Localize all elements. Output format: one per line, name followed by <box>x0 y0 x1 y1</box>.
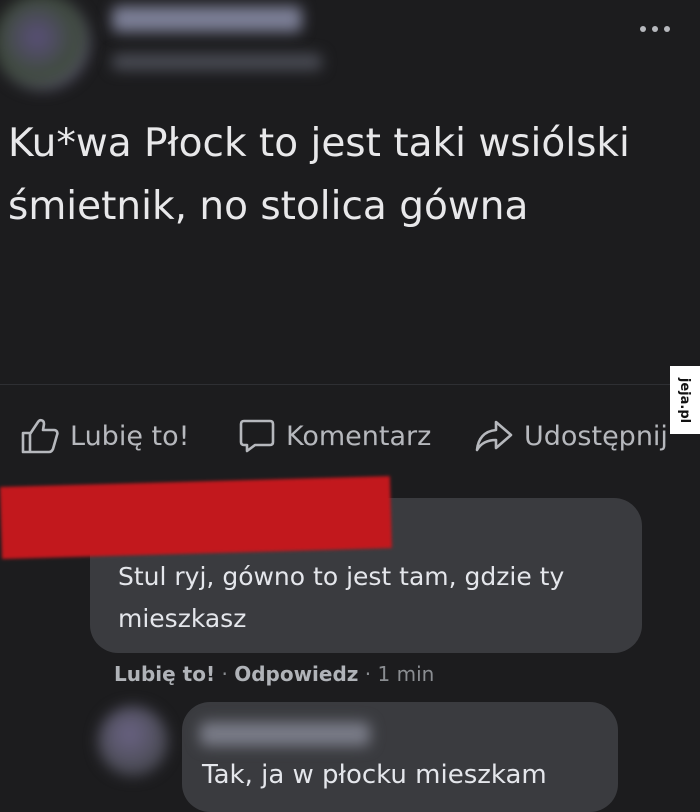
meta-separator: · <box>221 662 228 686</box>
watermark-text: jeja.pl <box>677 377 693 423</box>
author-avatar[interactable] <box>0 0 90 90</box>
divider <box>0 384 700 385</box>
post-meta-redacted <box>112 54 322 70</box>
post-actions: Lubię to! Komentarz Udostępnij <box>0 408 700 464</box>
comment-label: Komentarz <box>286 420 432 452</box>
thumbs-up-icon <box>21 418 59 454</box>
comment-like-link[interactable]: Lubię to! <box>114 662 215 686</box>
post-header <box>0 0 700 95</box>
comment-text: Stul ryj, gówno to jest tam, gdzie ty mi… <box>118 562 565 633</box>
reply-text: Tak, ja w płocku mieszkam <box>202 760 547 790</box>
watermark-logo: jeja.pl <box>670 366 700 434</box>
post-text: Ku*wa Płock to jest taki wsiólski śmietn… <box>8 121 630 229</box>
share-label: Udostępnij <box>524 420 668 452</box>
reply-avatar[interactable] <box>98 706 168 776</box>
like-button[interactable]: Lubię to! <box>20 416 189 456</box>
speech-bubble-icon <box>239 419 275 453</box>
comment-meta: Lubię to! · Odpowiedz · 1 min <box>114 662 434 686</box>
comment-reply-link[interactable]: Odpowiedz <box>234 662 358 686</box>
redaction-bar <box>0 476 392 559</box>
meta-separator: · <box>364 662 372 686</box>
more-dots-icon[interactable] <box>640 22 680 36</box>
comment-time: 1 min <box>377 662 435 686</box>
like-label: Lubię to! <box>70 420 190 452</box>
share-arrow-icon <box>475 420 513 452</box>
author-name-redacted[interactable] <box>112 6 302 32</box>
comment-button[interactable]: Komentarz <box>238 416 431 456</box>
share-button[interactable]: Udostępnij <box>474 416 668 456</box>
reply-bubble: Tak, ja w płocku mieszkam <box>182 702 618 812</box>
reply-author-redacted[interactable] <box>200 722 370 746</box>
